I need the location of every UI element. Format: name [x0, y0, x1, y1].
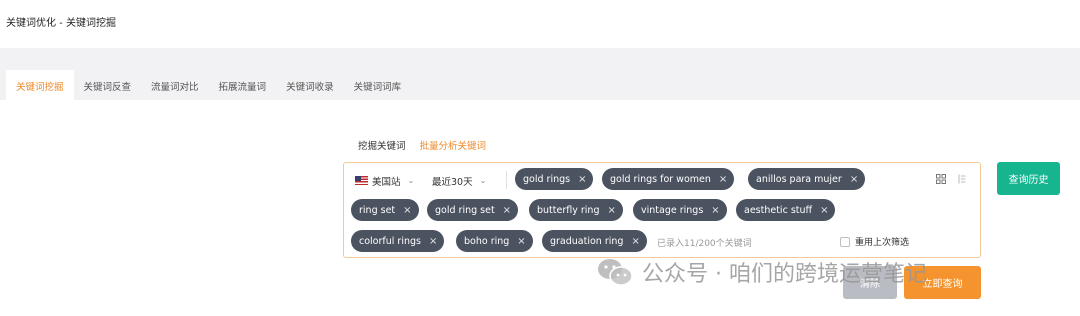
keyword-chip: gold rings for women × [602, 168, 735, 190]
keyword-chip: aesthetic stuff × [736, 199, 836, 221]
keyword-chip: anillos para mujer × [748, 168, 866, 190]
close-icon[interactable]: × [631, 236, 639, 247]
keyword-chip-label: graduation ring [550, 235, 624, 247]
close-icon[interactable]: × [607, 205, 615, 216]
clear-button[interactable]: 清除 [843, 266, 897, 299]
reuse-filter-label: 重用上次筛选 [855, 238, 910, 248]
keyword-chip-label: butterfly ring [537, 204, 600, 216]
close-icon[interactable]: × [503, 205, 511, 216]
tab-keyword-reverse-lookup[interactable]: 关键词反查 [74, 70, 142, 100]
tab-traffic-word-compare[interactable]: 流量词对比 [141, 70, 209, 100]
subtab-batch-analyze[interactable]: 批量分析关键词 [420, 138, 487, 152]
reuse-filter-checkbox[interactable] [840, 236, 850, 247]
grid-icon[interactable] [934, 172, 948, 186]
keyword-chip: butterfly ring × [529, 199, 623, 221]
wechat-icon [596, 257, 634, 287]
chevron-down-icon: ⌄ [407, 176, 415, 185]
period-select[interactable]: 最近30天 ⌄ [432, 172, 486, 189]
keyword-chip: boho ring × [456, 230, 533, 252]
tab-strip: 关键词挖掘 关键词反查 流量词对比 拓展流量词 关键词收录 关键词词库 [0, 48, 1080, 100]
keyword-chip: graduation ring × [542, 230, 647, 252]
keyword-count-note: 已录入11/200个关键词 [657, 239, 752, 249]
close-icon[interactable]: × [429, 236, 437, 247]
keyword-chip-label: boho ring [464, 235, 510, 247]
keyword-query-box[interactable]: 美国站 ⌄ 最近30天 ⌄ gold rings × gold rings for… [343, 162, 981, 258]
close-icon[interactable]: × [719, 174, 727, 185]
keyword-chip: ring set × [351, 199, 419, 221]
keyword-chip-label: aesthetic stuff [744, 204, 813, 216]
view-toggle [934, 172, 968, 186]
keyword-chip-label: gold ring set [435, 204, 495, 216]
reuse-filter-option[interactable]: 重用上次筛选 [840, 235, 909, 248]
keyword-chip: colorful rings × [351, 230, 445, 252]
subtab-bar: 挖掘关键词 批量分析关键词 [358, 138, 486, 152]
site-select-value: 美国站 [372, 176, 401, 188]
tab-expand-traffic-words[interactable]: 拓展流量词 [209, 70, 277, 100]
tab-keyword-indexing[interactable]: 关键词收录 [276, 70, 344, 100]
period-select-value: 最近30天 [432, 176, 473, 188]
chevron-down-icon: ⌄ [479, 176, 487, 185]
keyword-chip-label: vintage rings [641, 204, 704, 216]
keyword-chip-label: ring set [359, 204, 396, 216]
subtab-mine-keywords[interactable]: 挖掘关键词 [358, 138, 406, 152]
keyword-chip: gold ring set × [427, 199, 519, 221]
close-icon[interactable]: × [850, 174, 858, 185]
close-icon[interactable]: × [711, 205, 719, 216]
keyword-chip-label: anillos para mujer [756, 173, 842, 185]
filter-divider [506, 171, 507, 189]
tab-keyword-mining[interactable]: 关键词挖掘 [6, 70, 74, 100]
keyword-chip-label: colorful rings [359, 235, 421, 247]
keyword-chip: vintage rings × [633, 199, 727, 221]
close-icon[interactable]: × [403, 205, 411, 216]
query-history-button[interactable]: 查询历史 [997, 162, 1060, 195]
site-select[interactable]: 美国站 ⌄ [355, 172, 414, 189]
close-icon[interactable]: × [517, 236, 525, 247]
tab-keyword-library[interactable]: 关键词词库 [344, 70, 412, 100]
search-now-button[interactable]: 立即查询 [904, 266, 981, 299]
breadcrumb: 关键词优化 - 关键词挖掘 [6, 18, 116, 29]
us-flag-icon [355, 176, 368, 185]
keyword-chip-label: gold rings [523, 173, 571, 185]
list-icon[interactable] [954, 172, 968, 186]
tab-bar: 关键词挖掘 关键词反查 流量词对比 拓展流量词 关键词收录 关键词词库 [6, 70, 411, 100]
close-icon[interactable]: × [578, 174, 586, 185]
close-icon[interactable]: × [820, 205, 828, 216]
keyword-chip-label: gold rings for women [610, 173, 711, 185]
keyword-chip: gold rings × [515, 168, 594, 190]
